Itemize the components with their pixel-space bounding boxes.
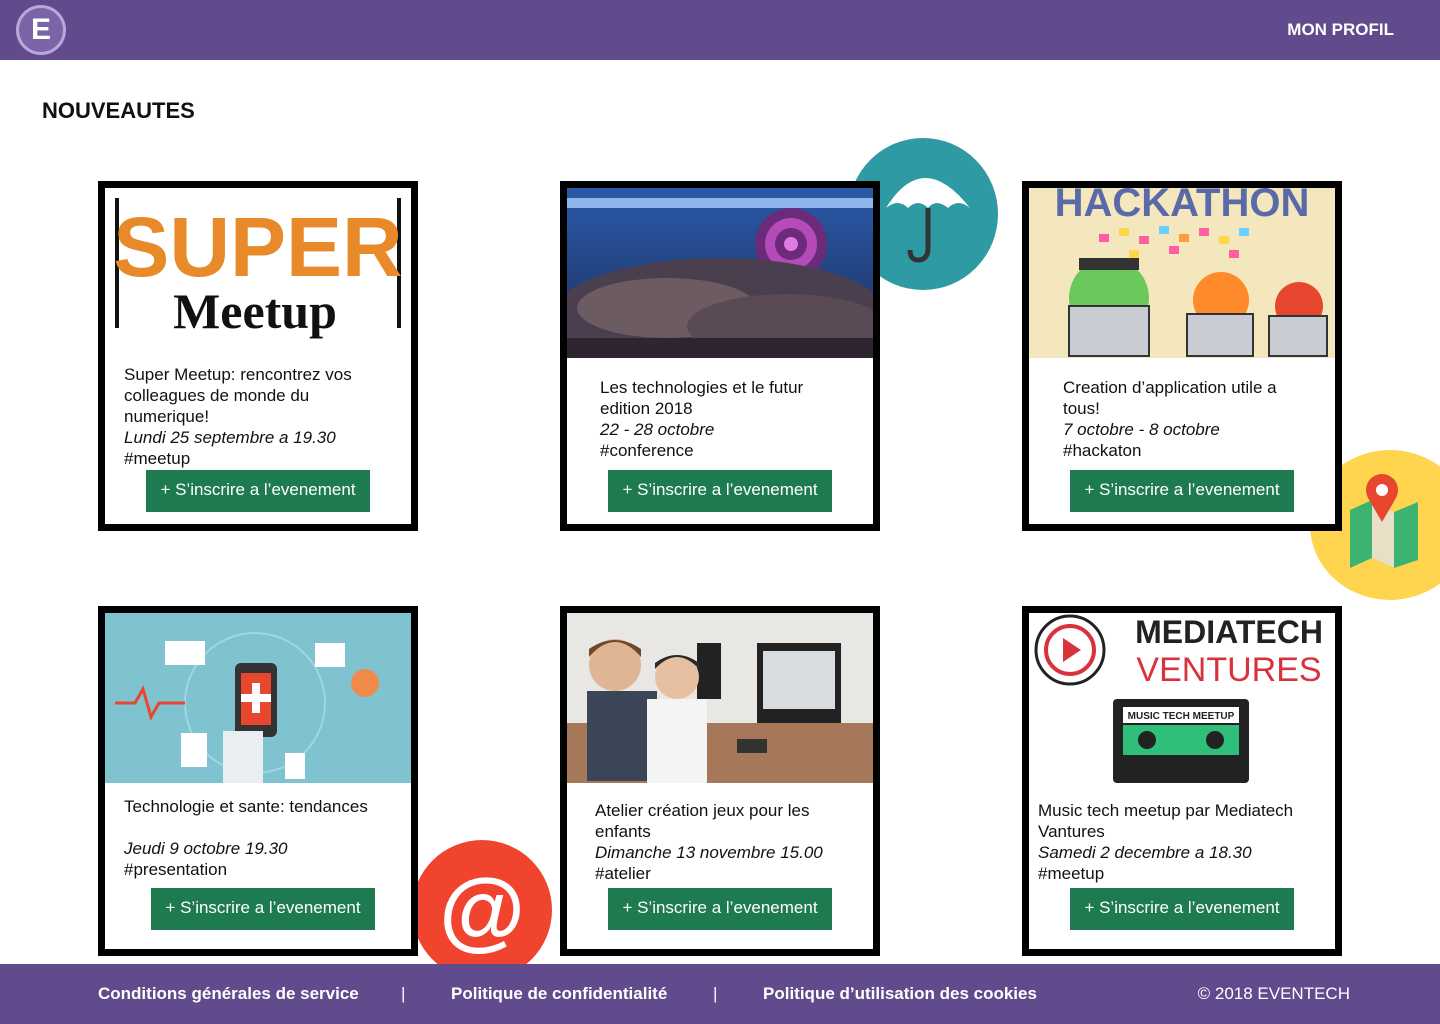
event-tag: #atelier bbox=[595, 864, 651, 883]
event-title: Atelier création jeux pour les enfants bbox=[595, 801, 810, 841]
event-text: Les technologies et le futur edition 201… bbox=[600, 377, 850, 461]
at-sign-icon: @ bbox=[412, 840, 552, 980]
footer-separator: | bbox=[401, 984, 406, 1003]
event-date: 22 - 28 octobre bbox=[600, 420, 715, 439]
event-date: Lundi 25 septembre a 19.30 bbox=[124, 428, 336, 447]
event-card[interactable]: HACKATHON Creation d’application utile a… bbox=[1022, 181, 1342, 531]
register-button[interactable]: + S’inscrire a l’evenement bbox=[1070, 470, 1294, 512]
thumb-title-mediatech: MEDIATECH bbox=[1135, 614, 1323, 650]
copyright: © 2018 EVENTECH bbox=[1197, 984, 1350, 1003]
event-thumbnail bbox=[567, 188, 873, 358]
thumb-title-super: SUPER bbox=[113, 200, 402, 294]
footer-separator: | bbox=[713, 984, 718, 1003]
event-thumbnail: MEDIATECH VENTURES MUSIC TECH MEETUP bbox=[1029, 613, 1335, 783]
register-button[interactable]: + S’inscrire a l’evenement bbox=[146, 470, 370, 512]
event-tag: #meetup bbox=[124, 449, 191, 468]
thumb-title-hackathon: HACKATHON bbox=[1055, 188, 1310, 225]
register-button[interactable]: + S’inscrire a l’evenement bbox=[1070, 888, 1294, 930]
event-tag: #conference bbox=[600, 441, 694, 460]
event-text: Music tech meetup par Mediatech Vantures… bbox=[1038, 800, 1326, 884]
register-button[interactable]: + S’inscrire a l’evenement bbox=[608, 888, 832, 930]
event-date: 7 octobre - 8 octobre bbox=[1063, 420, 1220, 439]
event-tag: #hackaton bbox=[1063, 441, 1142, 460]
event-title: Creation d’application utile a tous! bbox=[1063, 378, 1277, 418]
event-card[interactable]: Atelier création jeux pour les enfants D… bbox=[560, 606, 880, 956]
event-text: Super Meetup: rencontrez vos colleagues … bbox=[124, 364, 394, 469]
page-title: NOUVEAUTES bbox=[42, 98, 195, 123]
thumb-cassette-label: MUSIC TECH MEETUP bbox=[1128, 711, 1235, 722]
register-button[interactable]: + S’inscrire a l’evenement bbox=[151, 888, 375, 930]
footer-link-privacy[interactable]: Politique de confidentialité bbox=[451, 984, 667, 1004]
event-date: Jeudi 9 octobre 19.30 bbox=[124, 839, 288, 858]
footer: Conditions générales de service | Politi… bbox=[0, 964, 1440, 1024]
event-card[interactable]: Les technologies et le futur edition 201… bbox=[560, 181, 880, 531]
top-bar: E MON PROFIL bbox=[0, 0, 1440, 60]
event-card[interactable]: SUPER Meetup Super Meetup: rencontrez vo… bbox=[98, 181, 418, 531]
event-date: Samedi 2 decembre a 18.30 bbox=[1038, 843, 1252, 862]
footer-link-cookies[interactable]: Politique d’utilisation des cookies bbox=[763, 984, 1037, 1004]
my-profile-link[interactable]: MON PROFIL bbox=[1287, 20, 1394, 40]
event-thumbnail bbox=[567, 613, 873, 783]
register-button[interactable]: + S’inscrire a l’evenement bbox=[608, 470, 832, 512]
event-thumbnail bbox=[105, 613, 411, 783]
logo[interactable]: E bbox=[16, 5, 66, 55]
event-text: Atelier création jeux pour les enfants D… bbox=[595, 800, 855, 884]
event-tag: #presentation bbox=[124, 860, 228, 879]
event-title: Super Meetup: rencontrez vos colleagues … bbox=[124, 365, 352, 426]
event-card[interactable]: MEDIATECH VENTURES MUSIC TECH MEETUP Mus… bbox=[1022, 606, 1342, 956]
event-thumbnail: SUPER Meetup bbox=[105, 188, 411, 358]
thumb-title-ventures: VENTURES bbox=[1136, 651, 1321, 689]
event-title: Music tech meetup par Mediatech Vantures bbox=[1038, 801, 1294, 841]
event-date: Dimanche 13 novembre 15.00 bbox=[595, 843, 823, 862]
at-sign-glyph: @ bbox=[439, 860, 525, 959]
logo-letter: E bbox=[30, 13, 51, 46]
event-text: Creation d’application utile a tous! 7 o… bbox=[1063, 377, 1313, 461]
event-tag: #meetup bbox=[1038, 864, 1105, 883]
event-text: Technologie et sante: tendances Jeudi 9 … bbox=[124, 796, 394, 880]
event-card[interactable]: Technologie et sante: tendances Jeudi 9 … bbox=[98, 606, 418, 956]
event-thumbnail: HACKATHON bbox=[1029, 188, 1335, 358]
event-title: Technologie et sante: tendances bbox=[124, 797, 368, 816]
footer-link-terms[interactable]: Conditions générales de service bbox=[98, 984, 359, 1004]
event-title: Les technologies et le futur edition 201… bbox=[600, 378, 804, 418]
thumb-title-meetup: Meetup bbox=[173, 283, 337, 339]
